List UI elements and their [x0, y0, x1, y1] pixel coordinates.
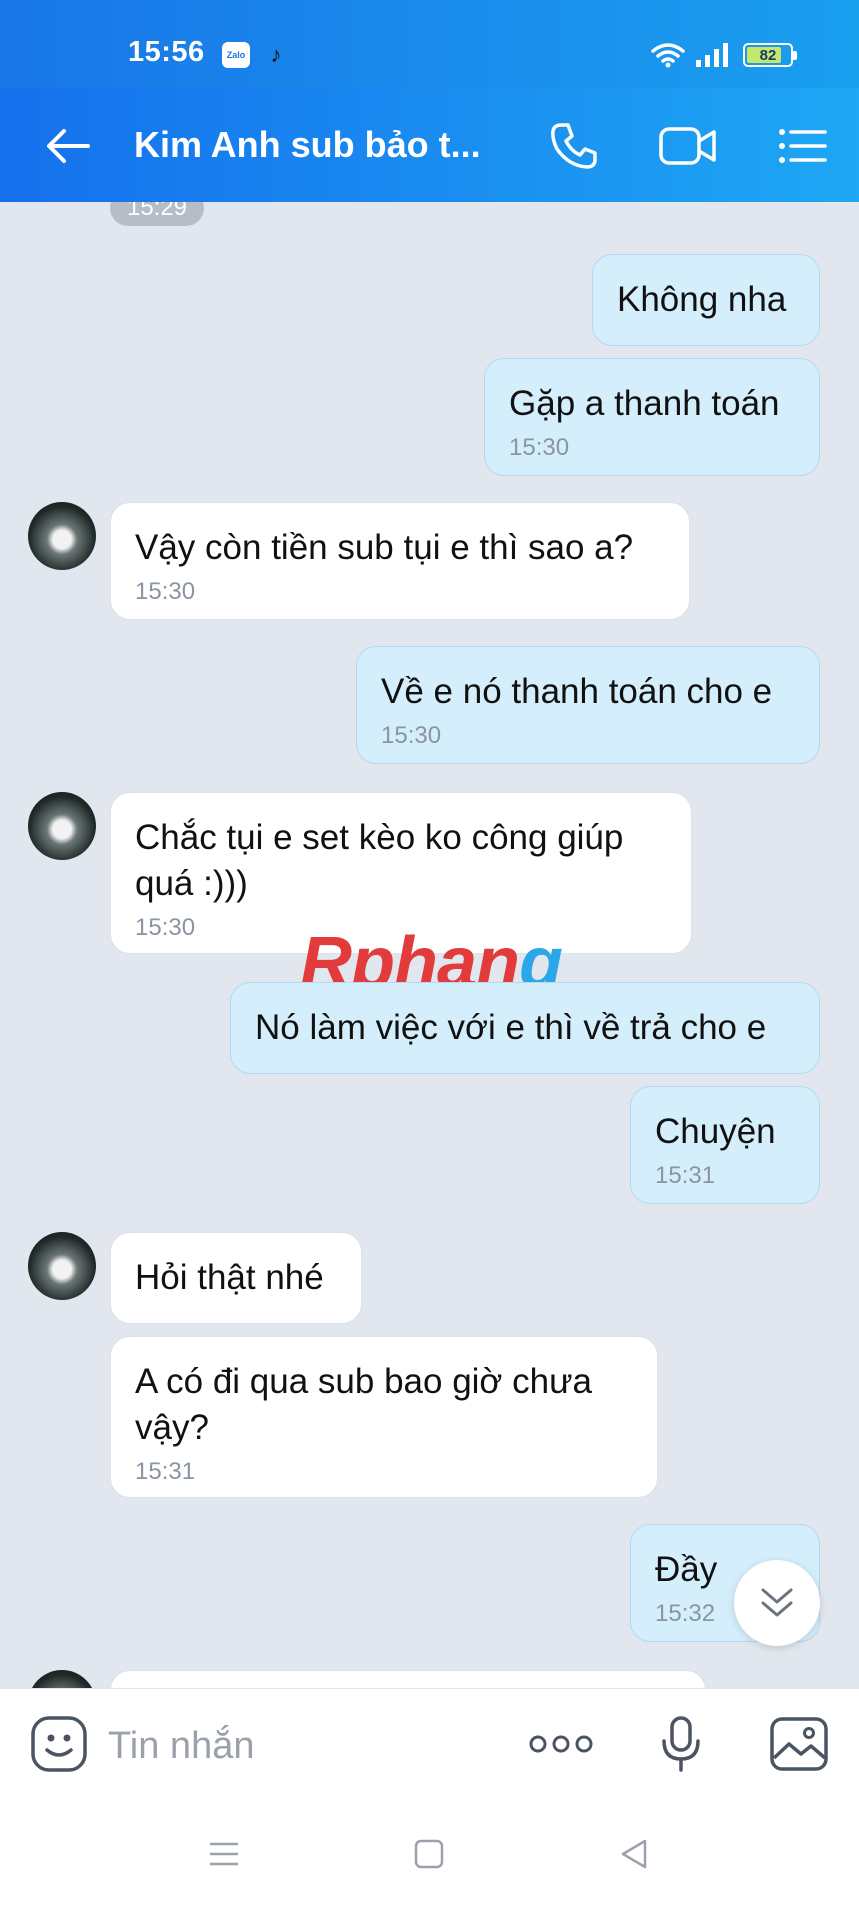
incoming-message[interactable]: Vậy còn tiền sub tụi e thì sao a? 15:30: [110, 502, 690, 620]
contact-avatar[interactable]: [28, 1232, 96, 1300]
outgoing-message[interactable]: Gặp a thanh toán 15:30: [484, 358, 820, 476]
outgoing-message[interactable]: Chuyện 15:31: [630, 1086, 820, 1204]
microphone-icon[interactable]: [648, 1711, 714, 1777]
incoming-message[interactable]: [110, 1670, 706, 1688]
signal-icon: [696, 43, 728, 67]
recent-apps-icon[interactable]: [200, 1830, 248, 1878]
status-icons: 82: [651, 40, 797, 70]
system-navigation-bar: [0, 1800, 859, 1908]
outgoing-message[interactable]: Nó làm việc với e thì về trả cho e: [230, 982, 820, 1074]
wifi-icon: [651, 43, 685, 68]
message-text: Nó làm việc với e thì về trả cho e: [255, 1008, 767, 1047]
phone-call-icon[interactable]: [542, 114, 606, 178]
message-time: 15:31: [655, 1162, 716, 1189]
message-text: Chắc tụi e set kèo ko công giúp quá :))): [135, 818, 624, 903]
outgoing-message[interactable]: Về e nó thanh toán cho e 15:30: [356, 646, 820, 764]
image-gallery-icon[interactable]: [766, 1711, 832, 1777]
message-composer: [0, 1688, 859, 1800]
message-time: 15:31: [135, 1458, 196, 1485]
tiktok-notification-icon: ♪: [270, 42, 282, 67]
video-call-icon[interactable]: [656, 114, 720, 178]
message-time: 15:30: [509, 434, 570, 461]
battery-level: 82: [759, 46, 777, 64]
chat-header: Kim Anh sub bảo t...: [0, 88, 859, 202]
status-bar: 15:56 Zalo ♪ 82: [0, 0, 859, 88]
contact-avatar[interactable]: [28, 792, 96, 860]
message-text: Không nha: [617, 280, 787, 319]
chat-area[interactable]: 15:29 Không nha Gặp a thanh toán 15:30 V…: [0, 202, 859, 1688]
message-text: Vậy còn tiền sub tụi e thì sao a?: [135, 528, 634, 567]
contact-avatar[interactable]: [28, 1670, 96, 1688]
zalo-notification-icon: Zalo: [222, 42, 250, 68]
time-separator: 15:29: [110, 202, 204, 226]
message-text: A có đi qua sub bao giờ chưa vậy?: [135, 1362, 592, 1447]
status-time: 15:56: [128, 36, 205, 68]
message-time: 15:30: [135, 578, 196, 605]
incoming-message[interactable]: A có đi qua sub bao giờ chưa vậy? 15:31: [110, 1336, 658, 1498]
chat-title[interactable]: Kim Anh sub bảo t...: [134, 124, 494, 166]
incoming-message[interactable]: Hỏi thật nhé: [110, 1232, 362, 1324]
back-arrow-icon[interactable]: [40, 118, 96, 174]
more-options-icon[interactable]: [528, 1711, 594, 1777]
message-time: 15:30: [381, 722, 442, 749]
home-icon[interactable]: [405, 1830, 453, 1878]
message-input[interactable]: [108, 1719, 488, 1773]
message-text: Gặp a thanh toán: [509, 384, 780, 423]
battery-icon: 82: [743, 43, 797, 67]
double-chevron-down-icon: [761, 1588, 793, 1617]
outgoing-message[interactable]: Không nha: [592, 254, 820, 346]
scroll-to-bottom-button[interactable]: [734, 1560, 820, 1646]
emoji-sticker-icon[interactable]: [26, 1711, 92, 1777]
contact-avatar[interactable]: [28, 502, 96, 570]
battery-tip: [793, 51, 797, 60]
back-triangle-icon[interactable]: [610, 1830, 658, 1878]
list-menu-icon[interactable]: [770, 114, 834, 178]
message-text: Chuyện: [655, 1112, 776, 1151]
message-text: Về e nó thanh toán cho e: [381, 672, 773, 711]
message-text: Hỏi thật nhé: [135, 1258, 324, 1297]
